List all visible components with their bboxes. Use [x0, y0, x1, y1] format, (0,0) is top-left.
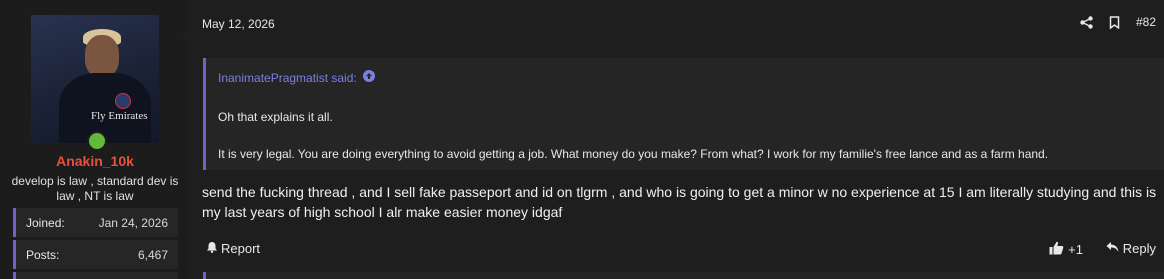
reply-arrow-icon [1106, 241, 1119, 256]
post-number-link[interactable]: #82 [1136, 15, 1156, 29]
reaction-count: +1 [1068, 242, 1083, 257]
avatar-jersey [59, 73, 151, 143]
stat-label: Posts: [26, 247, 60, 262]
avatar-sponsor-logo: Fly Emirates [91, 110, 148, 122]
quote-text-line: Oh that explains it all. [218, 110, 333, 124]
reaction-button[interactable]: +1 [1049, 241, 1083, 258]
online-status-indicator [87, 131, 107, 151]
bookmark-icon[interactable] [1108, 15, 1122, 29]
arrow-up-circle-icon[interactable] [362, 70, 375, 85]
user-sidebar: Fly Emirates Anakin_10k develop is law ,… [0, 0, 190, 279]
stat-posts: Posts: 6,467 [13, 240, 178, 269]
share-icon[interactable] [1080, 15, 1094, 29]
reply-button[interactable]: Reply [1106, 241, 1156, 256]
post: May 12, 2026 #82 InanimatePragmatist sai… [182, 0, 1164, 279]
avatar[interactable]: Fly Emirates [31, 15, 159, 143]
post-actions: #82 [1080, 15, 1156, 29]
username-link[interactable]: Anakin_10k [0, 153, 190, 169]
stat-more [13, 272, 178, 279]
post-date[interactable]: May 12, 2026 [202, 17, 275, 31]
post-message: send the fucking thread , and I sell fak… [202, 184, 1157, 220]
post-arrow [182, 28, 190, 44]
thumbs-up-icon [1049, 241, 1064, 258]
stat-joined: Joined: Jan 24, 2026 [13, 208, 178, 237]
avatar-head [85, 35, 119, 77]
reply-label: Reply [1122, 241, 1156, 256]
stat-value: Jan 24, 2026 [98, 215, 168, 230]
user-title: develop is law , standard dev is law , N… [11, 174, 179, 203]
report-label: Report [221, 241, 261, 256]
quote-text-line: It is very legal. You are doing everythi… [218, 147, 1049, 161]
stat-label: Joined: [26, 215, 65, 230]
jersey-crest [115, 93, 131, 109]
quote-attribution[interactable]: InanimatePragmatist said: [218, 70, 375, 85]
next-post-quote-edge [203, 272, 1164, 279]
quote-block: InanimatePragmatist said: Oh that explai… [203, 58, 1164, 170]
report-button[interactable]: Report [206, 241, 260, 256]
quote-author[interactable]: InanimatePragmatist said: [218, 71, 357, 85]
bell-icon [206, 241, 218, 256]
stat-value[interactable]: 6,467 [138, 248, 168, 262]
